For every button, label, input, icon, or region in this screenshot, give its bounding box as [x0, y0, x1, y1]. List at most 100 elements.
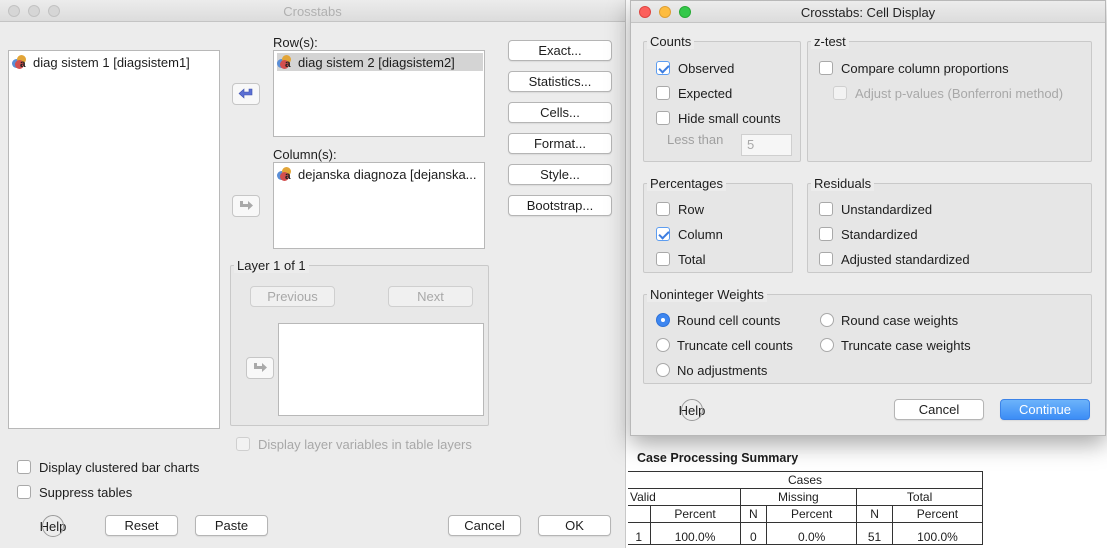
header-valid: Valid — [628, 488, 741, 506]
variable-label: diag sistem 1 [diagsistem1] — [33, 54, 190, 70]
cancel-button[interactable]: Cancel — [894, 399, 984, 420]
col-header: N — [856, 505, 893, 523]
hide-small-counts-checkbox[interactable]: Hide small counts — [656, 109, 781, 127]
help-button[interactable]: Help — [38, 515, 68, 537]
cell: 51 — [856, 522, 893, 545]
radio-circle[interactable] — [820, 338, 834, 352]
suppress-tables-checkbox[interactable]: Suppress tables — [17, 483, 132, 501]
compare-proportions-checkbox[interactable]: Compare column proportions — [819, 59, 1009, 77]
move-to-layer-button[interactable] — [246, 357, 274, 379]
radio-circle[interactable] — [656, 363, 670, 377]
statistics-button[interactable]: Statistics... — [508, 71, 612, 92]
less-than-input[interactable]: 5 — [741, 134, 792, 156]
variable-label: dejanska diagnoza [dejanska... — [298, 166, 477, 182]
radio-circle[interactable] — [820, 313, 834, 327]
move-to-columns-button[interactable] — [232, 195, 260, 217]
nominal-variable-icon: a — [277, 55, 294, 70]
dialog-titlebar: Crosstabs: Cell Display — [631, 1, 1105, 23]
unstandardized-checkbox[interactable]: Unstandardized — [819, 200, 932, 218]
list-item[interactable]: a diag sistem 2 [diagsistem2] — [277, 53, 483, 71]
checkbox-box[interactable] — [17, 460, 31, 474]
nominal-variable-icon: a — [12, 55, 29, 70]
move-to-rows-button[interactable] — [232, 83, 260, 105]
display-layer-vars-checkbox[interactable]: Display layer variables in table layers — [236, 435, 472, 453]
bootstrap-button[interactable]: Bootstrap... — [508, 195, 612, 216]
rows-list[interactable]: a diag sistem 2 [diagsistem2] — [273, 50, 485, 137]
help-icon — [681, 399, 703, 421]
help-icon — [42, 515, 64, 537]
arrow-right-icon — [254, 363, 267, 372]
continue-button[interactable]: Continue — [1000, 399, 1090, 420]
reset-button[interactable]: Reset — [105, 515, 178, 536]
round-case-weights-radio[interactable]: Round case weights — [820, 311, 958, 329]
display-clustered-checkbox[interactable]: Display clustered bar charts — [17, 458, 199, 476]
cell: 0.0% — [766, 522, 858, 545]
total-percent-checkbox[interactable]: Total — [656, 250, 705, 268]
round-cell-counts-radio[interactable]: Round cell counts — [656, 311, 780, 329]
checkbox-box[interactable] — [656, 111, 670, 125]
radio-circle[interactable] — [656, 338, 670, 352]
source-variable-list[interactable]: a diag sistem 1 [diagsistem1] — [8, 50, 220, 429]
nominal-variable-icon: a — [277, 167, 294, 182]
checkbox-box[interactable] — [819, 61, 833, 75]
column-percent-checkbox[interactable]: Column — [656, 225, 723, 243]
counts-title: Counts — [647, 34, 695, 49]
adjust-pvalues-checkbox[interactable]: Adjust p-values (Bonferroni method) — [833, 84, 1063, 102]
checkbox-box[interactable] — [819, 202, 833, 216]
list-item[interactable]: a dejanska diagnoza [dejanska... — [277, 165, 483, 183]
next-button[interactable]: Next — [388, 286, 473, 307]
variable-label: diag sistem 2 [diagsistem2] — [298, 54, 455, 70]
paste-button[interactable]: Paste — [195, 515, 268, 536]
ztest-title: z-test — [811, 34, 849, 49]
checkbox-box[interactable] — [17, 485, 31, 499]
col-header: N — [739, 505, 768, 523]
checkbox-box[interactable] — [819, 252, 833, 266]
header-missing: Missing — [739, 488, 858, 506]
layer-list[interactable] — [278, 323, 484, 416]
checkbox-box[interactable] — [656, 227, 670, 241]
adjusted-standardized-checkbox[interactable]: Adjusted standardized — [819, 250, 970, 268]
table-row: Cases — [628, 471, 983, 489]
checkbox-box[interactable] — [656, 252, 670, 266]
truncate-case-weights-radio[interactable]: Truncate case weights — [820, 336, 971, 354]
ok-button[interactable]: OK — [538, 515, 611, 536]
checkbox-box[interactable] — [833, 86, 847, 100]
columns-list[interactable]: a dejanska diagnoza [dejanska... — [273, 162, 485, 249]
checkbox-box[interactable] — [656, 86, 670, 100]
style-button[interactable]: Style... — [508, 164, 612, 185]
checkbox-box[interactable] — [656, 202, 670, 216]
layer-title: Layer 1 of 1 — [234, 258, 309, 273]
col-header: Percent — [891, 505, 984, 523]
noninteger-title: Noninteger Weights — [647, 287, 767, 302]
format-button[interactable]: Format... — [508, 133, 612, 154]
observed-checkbox[interactable]: Observed — [656, 59, 734, 77]
cells-button[interactable]: Cells... — [508, 102, 612, 123]
cancel-button[interactable]: Cancel — [448, 515, 521, 536]
cell-display-dialog: Crosstabs: Cell Display Counts Observed … — [630, 0, 1106, 436]
crosstabs-window: Crosstabs a diag sistem 1 [diagsistem1] … — [0, 0, 626, 548]
col-header: Percent — [766, 505, 858, 523]
checkbox-box[interactable] — [656, 61, 670, 75]
window-title: Crosstabs — [283, 4, 342, 19]
window-titlebar: Crosstabs — [0, 0, 625, 22]
previous-button[interactable]: Previous — [250, 286, 335, 307]
standardized-checkbox[interactable]: Standardized — [819, 225, 918, 243]
cell: 100.0% — [891, 522, 984, 545]
radio-circle[interactable] — [656, 313, 670, 327]
dialog-title: Crosstabs: Cell Display — [800, 5, 936, 20]
col-header: Percent — [649, 505, 741, 523]
list-item[interactable]: a diag sistem 1 [diagsistem1] — [12, 53, 190, 71]
row-percent-checkbox[interactable]: Row — [656, 200, 704, 218]
expected-checkbox[interactable]: Expected — [656, 84, 732, 102]
arrow-left-icon — [238, 88, 253, 99]
help-button[interactable]: Help — [677, 399, 707, 421]
cell: 0 — [739, 522, 768, 545]
rows-label: Row(s): — [273, 35, 318, 50]
checkbox-box[interactable] — [819, 227, 833, 241]
truncate-cell-counts-radio[interactable]: Truncate cell counts — [656, 336, 793, 354]
exact-button[interactable]: Exact... — [508, 40, 612, 61]
table-row: Valid Missing Total — [628, 488, 983, 506]
no-adjustments-radio[interactable]: No adjustments — [656, 361, 767, 379]
cell: 1 — [628, 522, 651, 545]
checkbox-box[interactable] — [236, 437, 250, 451]
